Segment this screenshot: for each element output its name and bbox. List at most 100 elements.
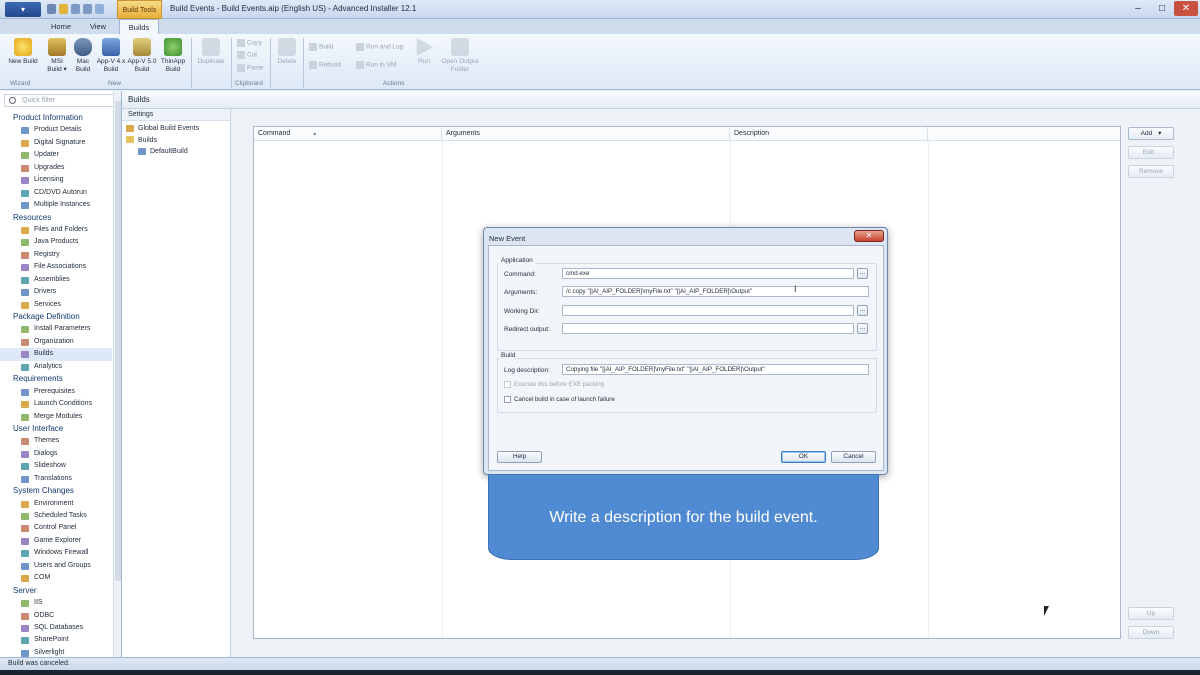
sidebar-item-cd-dvd-autorun[interactable]: CD/DVD Autorun	[0, 187, 112, 199]
remove-button[interactable]: Remove	[1128, 165, 1174, 178]
minimize-button[interactable]: –	[1126, 1, 1150, 16]
quick-filter-input[interactable]: Quick filter	[4, 94, 118, 107]
sidebar-item-windows-firewall[interactable]: Windows Firewall	[0, 547, 112, 559]
tab-home[interactable]: Home	[45, 19, 77, 34]
log-description-input[interactable]: Copying file "[|AI_AIP_FOLDER]\myFile.tx…	[562, 364, 869, 375]
sidebar-item-prerequisites[interactable]: Prerequisites	[0, 386, 112, 398]
sidebar-item-services[interactable]: Services	[0, 299, 112, 311]
build-button[interactable]: Build	[309, 43, 333, 51]
sidebar-item-multiple-instances[interactable]: Multiple Instances	[0, 199, 112, 211]
sidebar-item-assemblies[interactable]: Assemblies	[0, 274, 112, 286]
copy-button[interactable]: Copy	[237, 39, 262, 47]
sidebar-item-dialogs[interactable]: Dialogs	[0, 448, 112, 460]
tab-view[interactable]: View	[83, 19, 113, 34]
execute-before-exe-checkbox[interactable]: Execute this before EXE packing	[504, 381, 604, 388]
down-button[interactable]: Down	[1128, 626, 1174, 639]
sidebar-category[interactable]: Server	[0, 585, 112, 597]
sidebar-item-install-parameters[interactable]: Install Parameters	[0, 323, 112, 335]
command-input[interactable]: cmd.exe	[562, 268, 854, 279]
close-button[interactable]: ✕	[1174, 1, 1198, 16]
sidebar-item-control-panel[interactable]: Control Panel	[0, 522, 112, 534]
sidebar-item-sharepoint[interactable]: SharePoint	[0, 634, 112, 646]
tree-node-default-build[interactable]: DefaultBuild	[122, 146, 230, 158]
add-button[interactable]: Add ▾	[1128, 127, 1174, 140]
sidebar-item-product-details[interactable]: Product Details	[0, 124, 112, 136]
run-and-log-button[interactable]: Run and Log	[356, 43, 403, 51]
tree-node-builds[interactable]: Builds	[122, 135, 230, 147]
sidebar-item-com[interactable]: COM	[0, 572, 112, 584]
sidebar-scroll-thumb[interactable]	[115, 101, 121, 581]
sidebar-item-analytics[interactable]: Analytics	[0, 361, 112, 373]
sidebar-item-java-products[interactable]: Java Products	[0, 236, 112, 248]
run-in-vm-button[interactable]: Run in VM	[356, 61, 396, 69]
redirect-output-browse-button[interactable]: ...	[857, 323, 868, 334]
tree-node-global-build-events[interactable]: Global Build Events	[122, 123, 230, 135]
sidebar-item-builds[interactable]: Builds	[0, 348, 112, 361]
sidebar-category[interactable]: Resources	[0, 212, 112, 224]
paste-button[interactable]: Paste	[237, 64, 264, 72]
working-dir-input[interactable]	[562, 305, 854, 316]
sidebar-item-licensing[interactable]: Licensing	[0, 174, 112, 186]
sidebar-item-upgrades[interactable]: Upgrades	[0, 162, 112, 174]
sidebar-item-file-associations[interactable]: File Associations	[0, 261, 112, 273]
redo-icon[interactable]	[83, 4, 92, 14]
sidebar-item-users-and-groups[interactable]: Users and Groups	[0, 560, 112, 572]
sidebar-item-game-explorer[interactable]: Game Explorer	[0, 535, 112, 547]
save-icon[interactable]	[47, 4, 56, 14]
sidebar-item-drivers[interactable]: Drivers	[0, 286, 112, 298]
sidebar-item-launch-conditions[interactable]: Launch Conditions	[0, 398, 112, 410]
cancel-button[interactable]: Cancel	[831, 451, 876, 463]
dialog-close-button[interactable]: ✕	[854, 230, 884, 242]
appv4-build-button[interactable]: App-V 4.x Build	[96, 38, 126, 74]
sidebar-item-merge-modules[interactable]: Merge Modules	[0, 411, 112, 423]
run-icon[interactable]	[95, 4, 104, 14]
sidebar-item-odbc[interactable]: ODBC	[0, 610, 112, 622]
build-icon[interactable]	[59, 4, 68, 14]
edit-button[interactable]: Edit...	[1128, 146, 1174, 159]
app-menu-button[interactable]: ▾	[5, 2, 41, 17]
thinapp-build-button[interactable]: ThinApp Build	[158, 38, 188, 74]
sidebar-category[interactable]: System Changes	[0, 485, 112, 497]
delete-button[interactable]: Delete	[273, 38, 301, 66]
sidebar-category[interactable]: User Interface	[0, 423, 112, 435]
sidebar-category[interactable]: Product Information	[0, 112, 112, 124]
sidebar-item-environment[interactable]: Environment	[0, 498, 112, 510]
open-output-folder-button[interactable]: Open Output Folder	[436, 38, 484, 74]
working-dir-browse-button[interactable]: ...	[857, 305, 868, 316]
rebuild-button[interactable]: Rebuild	[309, 61, 341, 69]
sidebar-item-sql-databases[interactable]: SQL Databases	[0, 622, 112, 634]
sidebar-item-digital-signature[interactable]: Digital Signature	[0, 137, 112, 149]
mac-build-button[interactable]: Mac Build	[71, 38, 95, 74]
run-button[interactable]: Run	[412, 38, 436, 66]
sidebar-item-iis[interactable]: IIS	[0, 597, 112, 609]
redirect-output-input[interactable]	[562, 323, 854, 334]
column-header-arguments[interactable]: Arguments	[442, 127, 730, 141]
sidebar-item-slideshow[interactable]: Slideshow	[0, 460, 112, 472]
undo-icon[interactable]	[71, 4, 80, 14]
sidebar-item-registry[interactable]: Registry	[0, 249, 112, 261]
sidebar-item-updater[interactable]: Updater	[0, 149, 112, 161]
sidebar-item-themes[interactable]: Themes	[0, 435, 112, 447]
sidebar-item-scheduled-tasks[interactable]: Scheduled Tasks	[0, 510, 112, 522]
sidebar-category[interactable]: Package Definition	[0, 311, 112, 323]
sidebar-item-silverlight[interactable]: Silverlight	[0, 647, 112, 657]
cancel-build-checkbox[interactable]: Cancel build in case of launch failure	[504, 396, 615, 403]
cut-button[interactable]: Cut	[237, 51, 257, 59]
sidebar-category[interactable]: Requirements	[0, 373, 112, 385]
tab-builds[interactable]: Builds	[119, 19, 159, 34]
command-browse-button[interactable]: ...	[857, 268, 868, 279]
up-button[interactable]: Up	[1128, 607, 1174, 620]
duplicate-button[interactable]: Duplicate	[194, 38, 228, 66]
arguments-input[interactable]: /c copy "[|AI_AIP_FOLDER]\myFile.txt" "[…	[562, 286, 869, 297]
column-header-description[interactable]: Description	[730, 127, 928, 141]
help-button[interactable]: Help	[497, 451, 542, 463]
new-build-button[interactable]: New Build	[6, 38, 40, 66]
sidebar-item-files-and-folders[interactable]: Files and Folders	[0, 224, 112, 236]
maximize-button[interactable]: □	[1150, 1, 1174, 16]
appv5-build-button[interactable]: App-V 5.0 Build	[127, 38, 157, 74]
msi-build-button[interactable]: MSI Build ▾	[44, 38, 70, 74]
sidebar-item-organization[interactable]: Organization	[0, 336, 112, 348]
sidebar-item-translations[interactable]: Translations	[0, 473, 112, 485]
ok-button[interactable]: OK	[781, 451, 826, 463]
sidebar-scrollbar[interactable]	[113, 91, 121, 657]
